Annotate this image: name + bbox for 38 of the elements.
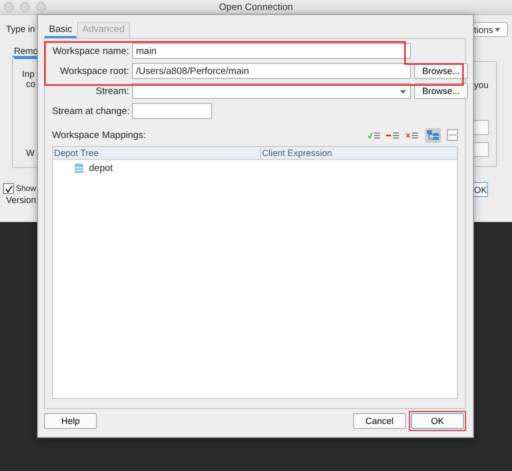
tree-view-button[interactable] (425, 128, 441, 142)
checkbox-label: Show (16, 184, 36, 193)
label: Version: (6, 195, 39, 205)
column-header[interactable]: Depot Tree (53, 147, 261, 159)
remove-icon[interactable] (406, 130, 419, 140)
dialog-button[interactable]: Help (44, 413, 97, 429)
panel-text: Inp (22, 69, 35, 79)
input-field[interactable]: main (132, 43, 411, 59)
label: Type in (6, 24, 36, 34)
menu-button[interactable]: tions (474, 22, 508, 37)
input-field[interactable]: /Users/a808/Perforce/main (132, 63, 411, 79)
database-icon (74, 163, 84, 174)
field-label: Workspace name: (52, 46, 129, 56)
tab[interactable]: Basic (44, 22, 78, 38)
column-header[interactable]: Client Expression (261, 147, 457, 159)
section-label: Workspace Mappings: (52, 130, 146, 140)
dialog-button[interactable]: Cancel (353, 413, 406, 429)
field-label: Stream: (94, 86, 129, 96)
button[interactable] (474, 120, 489, 135)
include-icon[interactable] (368, 130, 380, 140)
ok-button[interactable]: OK (474, 182, 488, 197)
caret-icon[interactable] (495, 28, 500, 32)
list-view-icon[interactable] (447, 129, 458, 141)
tree-item[interactable]: depot (89, 163, 113, 174)
panel-text: W (26, 148, 34, 158)
button[interactable] (474, 142, 489, 157)
input-field[interactable] (132, 103, 212, 119)
panel-text: you (474, 80, 489, 90)
window-title: Open Connection (219, 2, 293, 12)
browse-button[interactable]: Browse... (414, 63, 468, 79)
combo-box[interactable] (132, 83, 411, 99)
field-label: Workspace root: (59, 66, 129, 76)
exclude-icon[interactable] (386, 130, 400, 140)
checkbox[interactable] (3, 183, 14, 194)
browse-button[interactable]: Browse... (414, 83, 468, 99)
panel-text: co (26, 79, 36, 89)
field-label: Stream at change: (52, 106, 129, 116)
dialog-button[interactable]: OK (411, 413, 464, 429)
